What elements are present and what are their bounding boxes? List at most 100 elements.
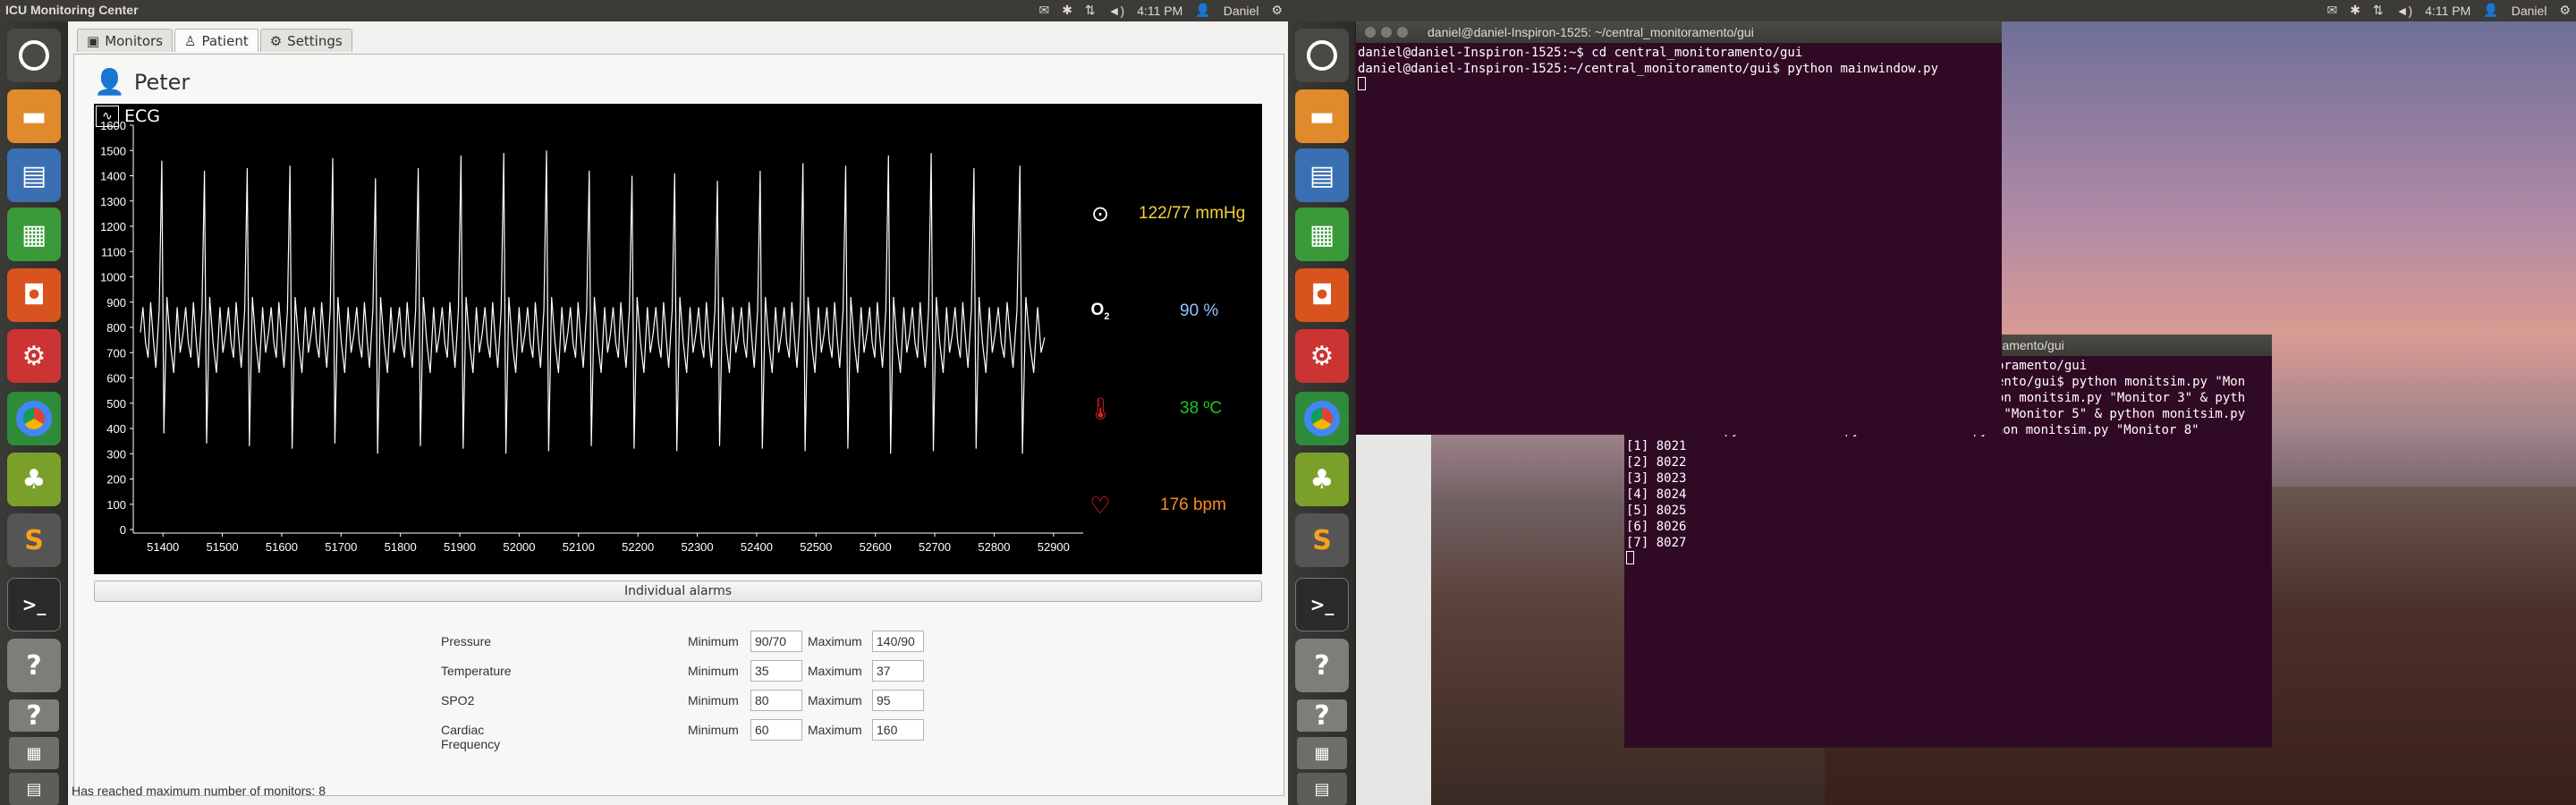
question-icon: ? [1314, 649, 1330, 682]
workspace-switcher-button[interactable]: ▦ [9, 737, 59, 769]
individual-alarms-header[interactable]: Individual alarms [94, 580, 1262, 602]
terminal-line: [7] 8027 [1626, 536, 1687, 550]
trash-button[interactable]: ▤ [1297, 773, 1347, 805]
spo2-min-field[interactable] [750, 690, 802, 711]
temperature-max-field[interactable] [872, 660, 924, 682]
system-settings-button[interactable]: ⚙ [1295, 329, 1349, 383]
y-tick-label: 1500 [100, 144, 126, 157]
minimize-icon[interactable] [1381, 27, 1392, 38]
pressure-min-field[interactable] [750, 631, 802, 652]
network-icon[interactable]: ⇅ [1085, 3, 1096, 18]
terminal-line: [4] 8024 [1626, 487, 1687, 502]
sublime-icon: S [1312, 524, 1332, 556]
tab-patient[interactable]: ♙ Patient [174, 29, 258, 52]
help-button[interactable]: ? [7, 639, 61, 692]
trash-button[interactable]: ▤ [9, 773, 59, 805]
y-tick-label: 1000 [100, 271, 126, 284]
bluetooth-icon[interactable]: ✱ [2350, 3, 2360, 18]
volume-icon[interactable]: ◄) [1108, 4, 1125, 18]
chrome-button[interactable] [7, 392, 61, 445]
x-tick-label: 52200 [622, 540, 654, 554]
app-launcher-button[interactable]: ♣ [7, 453, 61, 506]
terminal-line: [5] 8025 [1626, 504, 1687, 518]
workspace-switcher-button[interactable]: ▦ [1297, 737, 1347, 769]
close-icon[interactable] [1365, 27, 1376, 38]
shopping-bag-icon: ◘ [22, 279, 46, 311]
x-tick-label: 52500 [800, 540, 832, 554]
clock[interactable]: 4:11 PM [1137, 4, 1182, 18]
spo2-value: 90 % [1180, 301, 1219, 320]
patient-header: 👤 Peter [94, 67, 190, 97]
writer-button[interactable]: ▤ [1295, 148, 1349, 202]
terminal-button[interactable]: >_ [1295, 578, 1349, 631]
terminal-button[interactable]: >_ [7, 578, 61, 631]
mail-icon[interactable]: ✉ [1038, 3, 1049, 18]
y-tick-label: 100 [106, 498, 126, 512]
trash-icon: ▤ [26, 779, 42, 799]
creature-icon: ♣ [1309, 463, 1335, 496]
files-button[interactable]: ▬ [1295, 89, 1349, 143]
user-name[interactable]: Daniel [2512, 4, 2547, 18]
spo2-readout: O2 90 % [1087, 298, 1257, 325]
left-screen: ICU Monitoring Center ✉ ✱ ⇅ ◄) 4:11 PM 👤… [0, 0, 1288, 805]
software-center-button[interactable]: ◘ [1295, 268, 1349, 322]
terminal-icon: >_ [1309, 594, 1335, 615]
pressure-max-field[interactable] [872, 631, 924, 652]
x-tick-label: 52600 [860, 540, 892, 554]
folder-icon: ▬ [21, 100, 47, 132]
dash-home-button[interactable] [7, 29, 61, 82]
network-icon[interactable]: ⇅ [2373, 3, 2384, 18]
files-button[interactable]: ▬ [7, 89, 61, 143]
clock[interactable]: 4:11 PM [2425, 4, 2470, 18]
cardiac-max-field[interactable] [872, 719, 924, 741]
y-tick-label: 1600 [100, 119, 126, 132]
user-icon: 👤 [1195, 3, 1211, 17]
camera-icon: ▣ [87, 32, 100, 49]
y-tick-label: 0 [120, 523, 126, 537]
bluetooth-icon[interactable]: ✱ [1062, 3, 1072, 18]
mail-icon[interactable]: ✉ [2326, 3, 2337, 18]
volume-icon[interactable]: ◄) [2396, 4, 2413, 18]
gear-icon: ⚙ [269, 32, 283, 49]
gear-icon[interactable]: ⚙ [2559, 3, 2571, 18]
user-name[interactable]: Daniel [1224, 4, 1259, 18]
tab-label: Patient [201, 32, 249, 49]
app-launcher-button[interactable]: ♣ [1295, 453, 1349, 506]
maximize-icon[interactable] [1397, 27, 1408, 38]
wrench-icon: ⚙ [21, 340, 47, 372]
document-icon: ▤ [21, 159, 47, 191]
terminal-cursor [1626, 551, 1634, 564]
person-icon: 👤 [94, 67, 125, 97]
help-button-2[interactable]: ? [1297, 699, 1347, 732]
y-tick-label: 1400 [100, 170, 126, 183]
sublime-button[interactable]: S [7, 513, 61, 567]
cardiac-min-field[interactable] [750, 719, 802, 741]
dash-home-button[interactable] [1295, 29, 1349, 82]
writer-button[interactable]: ▤ [7, 148, 61, 202]
patient-panel: 👤 Peter ∿ ECG 0 100 200 300 400 500 600 700 800 9… [73, 54, 1284, 796]
x-tick-label: 52400 [741, 540, 773, 554]
spo2-max-field[interactable] [872, 690, 924, 711]
document-icon: ▤ [1309, 159, 1335, 191]
calc-button[interactable]: ▦ [7, 208, 61, 261]
temperature-min-field[interactable] [750, 660, 802, 682]
terminal-titlebar[interactable]: daniel@daniel-Inspiron-1525: ~/central_m… [1356, 21, 2002, 43]
trash-icon: ▤ [1314, 779, 1330, 799]
terminal-window-1[interactable]: daniel@daniel-Inspiron-1525: ~/central_m… [1356, 21, 2002, 435]
chrome-button[interactable] [1295, 392, 1349, 445]
tab-settings[interactable]: ⚙ Settings [259, 29, 352, 52]
software-center-button[interactable]: ◘ [7, 268, 61, 322]
gear-icon[interactable]: ⚙ [1271, 3, 1283, 18]
sublime-button[interactable]: S [1295, 513, 1349, 567]
system-settings-button[interactable]: ⚙ [7, 329, 61, 383]
help-button-2[interactable]: ? [9, 699, 59, 732]
calc-button[interactable]: ▦ [1295, 208, 1349, 261]
wrench-icon: ⚙ [1309, 340, 1335, 372]
terminal-cursor-line [1358, 77, 2000, 93]
pressure-value: 122/77 mmHg [1139, 204, 1246, 223]
o2-icon: O2 [1090, 301, 1110, 322]
tab-monitors[interactable]: ▣ Monitors [77, 29, 174, 52]
help-button[interactable]: ? [1295, 639, 1349, 692]
y-tick-label: 500 [106, 397, 126, 411]
top-panel: ✉ ✱ ⇅ ◄) 4:11 PM 👤 Daniel ⚙ [1288, 0, 2576, 21]
